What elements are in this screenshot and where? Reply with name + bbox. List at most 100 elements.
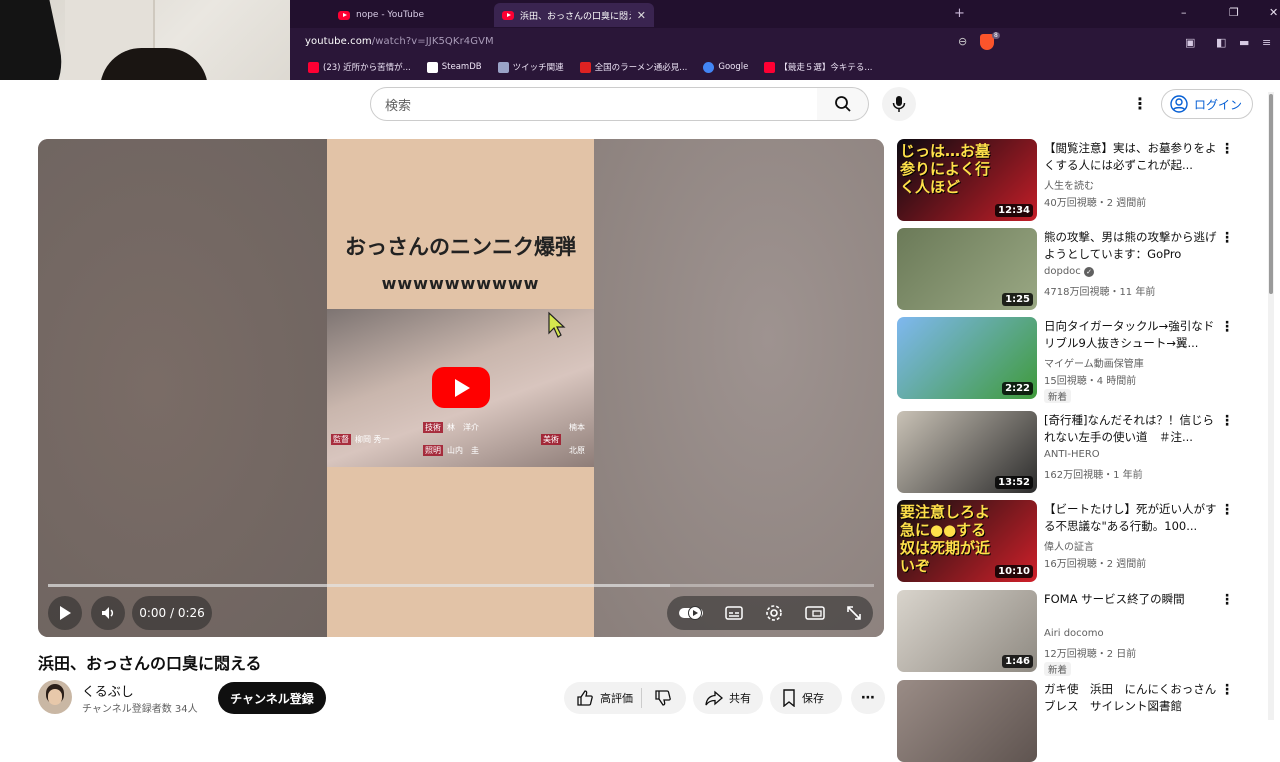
bookmark-favicon-icon: [308, 61, 319, 73]
large-play-button[interactable]: [432, 367, 490, 408]
scrollbar-thumb[interactable]: [1269, 94, 1273, 294]
related-video-meta: 15回視聴・4 時間前: [1044, 376, 1137, 387]
related-video-title[interactable]: 【ビートたけし】死が近い人がする不思議な"ある行動。100...: [1044, 501, 1219, 535]
menu-icon[interactable]: ≡: [1262, 36, 1271, 49]
bookmark-item[interactable]: SteamDB: [426, 61, 482, 73]
like-button[interactable]: 高評価: [576, 689, 633, 707]
bookmark-item[interactable]: Google: [703, 61, 749, 73]
credit-name: 林 洋介: [447, 423, 479, 432]
related-video-item[interactable]: じっは…お墓参りによく行く人ほど 12:34 【閲覧注意】実は、お墓参りをよくする人…: [897, 139, 1267, 221]
search-button[interactable]: [817, 87, 869, 121]
share-icon: [705, 690, 723, 706]
channel-name[interactable]: くるぶし: [82, 681, 134, 700]
video-thumbnail[interactable]: じっは…お墓参りによく行く人ほど 12:34: [897, 139, 1037, 221]
related-video-item[interactable]: 13:52 [奇行種]なんだそれは？！信じられない左手の使い道 ＃注... ANTI…: [897, 411, 1267, 493]
related-video-channel: 人生を読む: [1044, 181, 1094, 192]
related-video-channel: Airi docomo: [1044, 628, 1104, 639]
more-actions-button[interactable]: ⋯: [851, 682, 885, 714]
video-menu-icon[interactable]: ⋮: [1220, 502, 1234, 518]
bookmark-item[interactable]: 【競走５選】今キテる...: [764, 61, 872, 73]
cast-icon[interactable]: ▣: [1185, 36, 1195, 49]
bookmark-item[interactable]: ツイッチ関連: [497, 61, 564, 73]
search-input[interactable]: 検索: [370, 87, 818, 121]
tab-current-video[interactable]: 浜田、おっさんの口臭に悶える - You ✕: [494, 3, 654, 27]
related-video-title[interactable]: 日向タイガータックル→強引なドリブル9人抜きシュート→翼...: [1044, 318, 1219, 352]
related-video-item[interactable]: 1:46 FOMA サービス終了の瞬間 Airi docomo 12万回視聴・2 日前…: [897, 590, 1267, 676]
credit-label: 照明: [423, 445, 443, 456]
bookmark-item[interactable]: (23) 近所から苦情が...: [308, 61, 411, 73]
fullscreen-icon[interactable]: [846, 605, 862, 621]
play-button[interactable]: [48, 596, 82, 630]
address-bar[interactable]: youtube.com/watch?v=JJK5QKr4GVM ⊖ 8 ▣ ◧ …: [290, 30, 1280, 56]
bookmark-item[interactable]: 全国のラーメン通必見...: [579, 61, 688, 73]
bookmark-favicon-icon: [497, 61, 509, 73]
youtube-page: 検索 ⋮ ログイン おっさんのニンニク爆弾 wwwwwwwwww 監督 柳岡 秀…: [0, 80, 1280, 762]
maximize-icon[interactable]: ❐: [1229, 6, 1239, 19]
related-video-meta: 4718万回視聴・11 年前: [1044, 287, 1156, 298]
related-video-title[interactable]: 熊の攻撃、男は熊の攻撃から逃げようとしています：GoPro: [1044, 229, 1219, 263]
voice-search-button[interactable]: [882, 87, 916, 121]
volume-button[interactable]: [91, 596, 125, 630]
close-tab-icon[interactable]: ✕: [637, 9, 646, 22]
video-thumbnail[interactable]: 13:52: [897, 411, 1037, 493]
subscribe-button[interactable]: チャンネル登録: [218, 682, 326, 714]
video-menu-icon[interactable]: ⋮: [1220, 141, 1234, 157]
video-menu-icon[interactable]: ⋮: [1220, 592, 1234, 608]
video-thumbnail[interactable]: 要注意しろよ急に●●する奴は死期が近いぞ 10:10: [897, 500, 1037, 582]
duration-badge: 10:10: [995, 565, 1033, 578]
related-video-item[interactable]: 2:22 日向タイガータックル→強引なドリブル9人抜きシュート→翼... マイゲーム…: [897, 317, 1267, 403]
duration-badge: 1:25: [1002, 293, 1033, 306]
video-menu-icon[interactable]: ⋮: [1220, 319, 1234, 335]
login-button[interactable]: ログイン: [1161, 89, 1253, 119]
video-thumbnail[interactable]: [897, 680, 1037, 762]
video-thumbnail[interactable]: 2:22: [897, 317, 1037, 399]
new-badge: 新着: [1044, 662, 1072, 676]
like-dislike-group: 高評価: [564, 682, 686, 714]
divider: [641, 688, 642, 708]
like-label: 高評価: [600, 692, 633, 705]
close-window-icon[interactable]: ✕: [1269, 6, 1278, 19]
verified-check-icon: ✓: [1084, 267, 1094, 277]
related-video-title[interactable]: [奇行種]なんだそれは？！信じられない左手の使い道 ＃注...: [1044, 412, 1219, 446]
related-video-meta: 16万回視聴・2 週間前: [1044, 559, 1147, 570]
tab-nope-youtube[interactable]: nope - YouTube: [330, 3, 480, 27]
related-video-item[interactable]: ガキ使 浜田 にんにくおっさんブレス サイレント図書館 ⋮: [897, 680, 1267, 762]
new-tab-icon[interactable]: +: [954, 6, 965, 21]
channel-avatar[interactable]: [38, 680, 72, 714]
autoplay-toggle-icon[interactable]: [678, 605, 704, 621]
video-player[interactable]: おっさんのニンニク爆弾 wwwwwwwwww 監督 柳岡 秀一 技術 林 洋介 …: [38, 139, 884, 637]
zoom-icon[interactable]: ⊖: [958, 35, 967, 48]
video-menu-icon[interactable]: ⋮: [1220, 682, 1234, 698]
video-thumbnail[interactable]: 1:25: [897, 228, 1037, 310]
mouse-cursor-icon: [548, 311, 566, 338]
bookmark-label: Google: [718, 62, 749, 72]
video-thumbnail[interactable]: 1:46: [897, 590, 1037, 672]
related-video-title[interactable]: 【閲覧注意】実は、お墓参りをよくする人には必ずこれが起...: [1044, 140, 1219, 174]
related-video-meta: 162万回視聴・1 年前: [1044, 470, 1143, 481]
video-title: 浜田、おっさんの口臭に悶える: [38, 654, 262, 673]
bookmark-favicon-icon: [764, 61, 776, 73]
theater-mode-icon[interactable]: [804, 606, 825, 620]
video-menu-icon[interactable]: ⋮: [1220, 230, 1234, 246]
minimize-icon[interactable]: –: [1181, 6, 1187, 19]
subtitles-icon[interactable]: [725, 606, 744, 620]
url-text[interactable]: youtube.com/watch?v=JJK5QKr4GVM: [305, 36, 494, 47]
settings-menu-icon[interactable]: ⋮: [1132, 94, 1148, 113]
related-video-item[interactable]: 1:25 熊の攻撃、男は熊の攻撃から逃げようとしています：GoPro dopdoc 4…: [897, 228, 1267, 310]
bookmark-label: (23) 近所から苦情が...: [323, 63, 411, 73]
bookmark-label: 全国のラーメン通必見...: [594, 63, 688, 73]
login-label: ログイン: [1194, 97, 1243, 112]
search-icon: [834, 96, 851, 112]
related-video-item[interactable]: 要注意しろよ急に●●する奴は死期が近いぞ 10:10 【ビートたけし】死が近い人がす…: [897, 500, 1267, 582]
save-button[interactable]: 保存: [770, 682, 842, 714]
credit-label: 監督: [331, 434, 351, 445]
wallet-icon[interactable]: ▬: [1239, 36, 1249, 49]
share-button[interactable]: 共有: [693, 682, 763, 714]
settings-gear-icon[interactable]: [765, 604, 783, 622]
related-video-title[interactable]: ガキ使 浜田 にんにくおっさんブレス サイレント図書館: [1044, 681, 1219, 715]
video-caption-sub: wwwwwwwwww: [381, 274, 540, 293]
thumbs-down-icon[interactable]: [654, 689, 672, 707]
video-menu-icon[interactable]: ⋮: [1220, 413, 1234, 429]
related-video-title[interactable]: FOMA サービス終了の瞬間: [1044, 591, 1219, 608]
sidebar-icon[interactable]: ◧: [1216, 36, 1226, 49]
